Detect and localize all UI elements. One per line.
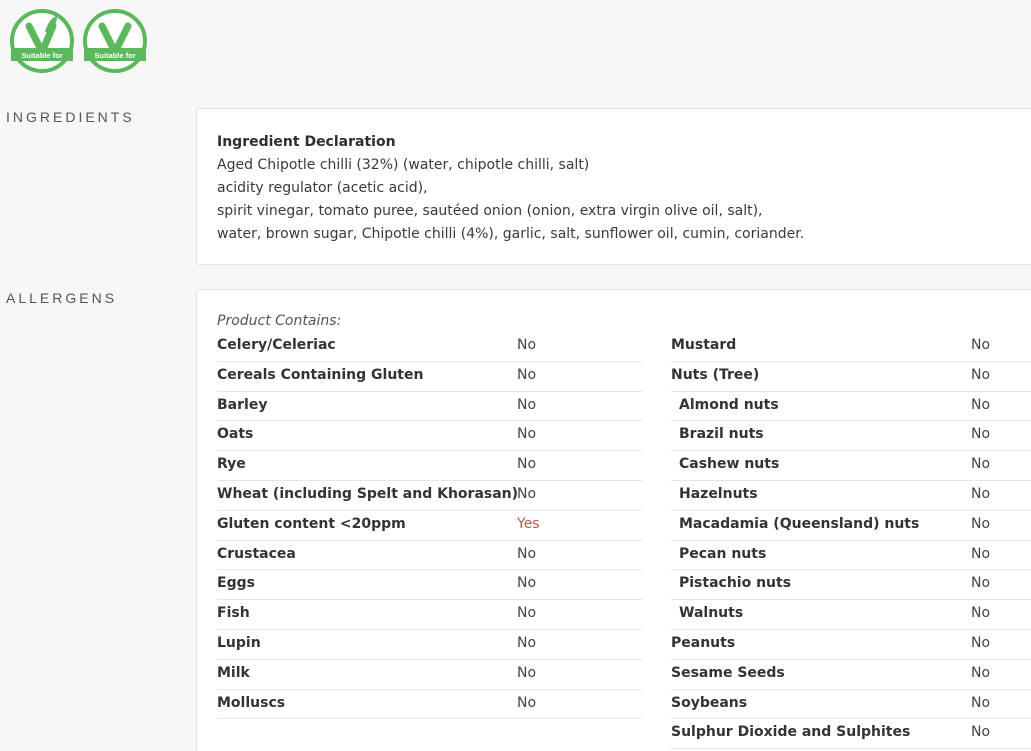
allergen-name: Pecan nuts <box>679 545 767 562</box>
ingredients-panel: Ingredient Declaration Aged Chipotle chi… <box>196 108 1031 265</box>
allergen-row: Macadamia (Queensland) nuts No <box>671 511 1031 541</box>
ingredient-line: acidity regulator (acetic acid), <box>217 180 428 196</box>
allergen-value: No <box>517 545 537 562</box>
allergen-row: Milk No <box>217 660 642 690</box>
allergen-value: No <box>517 575 537 592</box>
allergen-name: Nuts (Tree) <box>671 366 760 383</box>
allergen-row: Pistachio nuts No <box>671 570 1031 601</box>
allergen-name: Milk <box>217 664 250 681</box>
allergen-name: Fish <box>217 605 250 622</box>
allergen-name: Cereals Containing Gluten <box>217 366 424 383</box>
allergen-name: Lupin <box>217 634 261 651</box>
allergens-left-column: Celery/Celeriac No Cereals Containing Glut… <box>217 332 642 720</box>
allergen-name: Soybeans <box>671 694 748 711</box>
allergen-row: Pecan nuts No <box>671 541 1031 571</box>
allergen-value: No <box>517 396 537 413</box>
allergen-row: Peanuts No <box>671 630 1031 660</box>
allergen-value: No <box>971 426 991 443</box>
badge-text: Suitable for <box>94 51 135 60</box>
vegan-badge-icon: Suitable for <box>82 8 148 74</box>
allergen-name: Sesame Seeds <box>671 664 785 681</box>
allergen-name: Wheat (including Spelt and Khorasan) <box>217 485 519 502</box>
allergen-name: Gluten content <20ppm <box>217 515 406 532</box>
allergen-name: Molluscs <box>217 694 286 711</box>
ingredient-line: water, brown sugar, Chipotle chilli (4%)… <box>217 226 805 242</box>
allergen-row: Sulphur Dioxide and Sulphites No <box>671 719 1031 750</box>
allergen-row: Barley No <box>217 392 642 422</box>
allergen-value: Yes <box>517 515 540 532</box>
allergen-value: No <box>517 694 537 711</box>
allergen-value: No <box>971 485 991 502</box>
allergens-section-label: ALLERGENS <box>6 290 118 306</box>
allergen-value: No <box>971 605 991 622</box>
badge-text: Suitable for <box>21 51 62 60</box>
allergen-name: Eggs <box>217 575 255 592</box>
allergen-value: No <box>971 634 991 651</box>
allergen-row: Crustacea No <box>217 541 642 571</box>
allergen-row: Mustard No <box>671 332 1031 362</box>
allergen-row: Soybeans No <box>671 690 1031 720</box>
allergen-name: Peanuts <box>671 634 736 651</box>
ingredient-declaration: Ingredient Declaration Aged Chipotle chi… <box>217 131 804 246</box>
allergen-name: Cashew nuts <box>679 456 780 473</box>
allergen-row: Molluscs No <box>217 690 642 720</box>
allergen-name: Barley <box>217 396 268 413</box>
allergen-value: No <box>971 456 991 473</box>
allergen-value: No <box>517 426 537 443</box>
allergen-value: No <box>517 664 537 681</box>
allergen-name: Oats <box>217 426 254 443</box>
allergen-row: Gluten content <20ppm Yes <box>217 511 642 541</box>
allergen-name: Celery/Celeriac <box>217 337 336 353</box>
allergen-row: Cashew nuts No <box>671 451 1031 481</box>
allergen-name: Pistachio nuts <box>679 575 792 592</box>
allergen-name: Hazelnuts <box>679 485 758 502</box>
allergen-row: Lupin No <box>217 630 642 660</box>
allergen-name: Walnuts <box>679 605 744 622</box>
ingredient-line: spirit vinegar, tomato puree, sautéed on… <box>217 203 763 219</box>
allergen-row: Rye No <box>217 451 642 481</box>
allergen-value: No <box>971 337 991 353</box>
allergen-value: No <box>971 575 991 592</box>
allergen-value: No <box>971 545 991 562</box>
allergen-name: Sulphur Dioxide and Sulphites <box>671 724 911 741</box>
allergen-row: Nuts (Tree) No <box>671 362 1031 392</box>
allergen-row: Cereals Containing Gluten No <box>217 362 642 392</box>
allergen-row: Eggs No <box>217 570 642 601</box>
allergen-row: Fish No <box>217 600 642 630</box>
allergen-value: No <box>971 664 991 681</box>
page: Suitable for Suitable for INGREDIENTS In… <box>0 0 1031 751</box>
allergen-row: Brazil nuts No <box>671 421 1031 452</box>
allergen-row: Wheat (including Spelt and Khorasan) No <box>217 481 642 511</box>
allergen-name: Brazil nuts <box>679 426 764 443</box>
ingredient-line: Aged Chipotle chilli (32%) (water, chipo… <box>217 157 590 173</box>
allergen-value: No <box>517 337 537 353</box>
allergen-value: No <box>517 485 537 502</box>
allergen-value: No <box>517 456 537 473</box>
allergen-name: Mustard <box>671 337 737 353</box>
allergen-value: No <box>517 605 537 622</box>
allergen-name: Macadamia (Queensland) nuts <box>679 515 920 532</box>
allergens-panel: Product Contains: Celery/Celeriac No Cerea… <box>196 289 1031 751</box>
allergen-value: No <box>971 396 991 413</box>
allergen-name: Rye <box>217 456 246 473</box>
allergen-row: Celery/Celeriac No <box>217 332 642 362</box>
allergen-name: Crustacea <box>217 545 296 562</box>
allergen-name: Almond nuts <box>679 396 779 413</box>
allergens-right-column: Mustard No Nuts (Tree) No Almond nuts No Brazi… <box>671 332 1031 750</box>
allergen-row: Almond nuts No <box>671 392 1031 422</box>
allergen-value: No <box>517 634 537 651</box>
vegetarian-badge-icon: Suitable for <box>9 8 75 74</box>
allergen-row: Hazelnuts No <box>671 481 1031 511</box>
product-contains-label: Product Contains: <box>217 313 342 329</box>
allergen-value: No <box>971 366 991 383</box>
ingredient-declaration-title: Ingredient Declaration <box>217 134 396 150</box>
allergen-value: No <box>971 724 991 741</box>
allergen-row: Sesame Seeds No <box>671 660 1031 690</box>
allergen-value: No <box>971 515 991 532</box>
allergen-value: No <box>971 694 991 711</box>
allergen-row: Walnuts No <box>671 600 1031 630</box>
ingredients-section-label: INGREDIENTS <box>6 109 135 125</box>
allergen-row: Oats No <box>217 421 642 452</box>
allergen-value: No <box>517 366 537 383</box>
